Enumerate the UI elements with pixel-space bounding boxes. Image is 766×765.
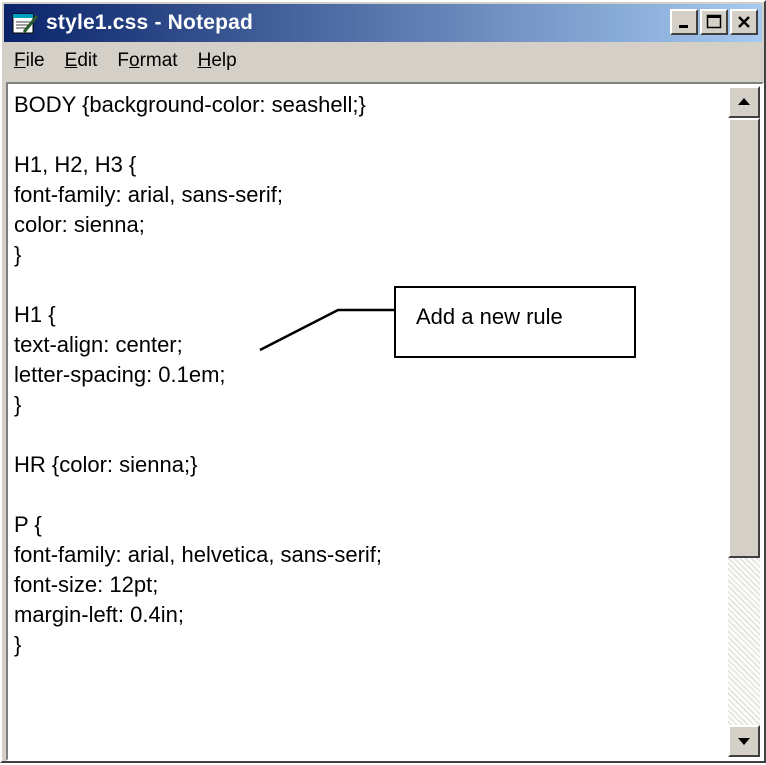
- title-bar[interactable]: style1.css - Notepad: [4, 4, 762, 42]
- text-line: [14, 420, 724, 450]
- notepad-window: style1.css - Notepad File Edit Format He…: [0, 0, 766, 763]
- close-button[interactable]: [730, 9, 758, 35]
- text-content[interactable]: BODY {background-color: seashell;} H1, H2…: [14, 90, 724, 750]
- maximize-button[interactable]: [700, 9, 728, 35]
- text-line: color: sienna;: [14, 212, 145, 237]
- callout-box: Add a new rule: [394, 286, 636, 358]
- text-line: HR {color: sienna;}: [14, 452, 198, 477]
- scroll-up-button[interactable]: [728, 86, 760, 118]
- text-line: H1, H2, H3 {: [14, 152, 137, 177]
- vertical-scrollbar[interactable]: [728, 86, 760, 757]
- text-line: font-size: 12pt;: [14, 572, 159, 597]
- text-line: }: [14, 392, 22, 417]
- callout-text: Add a new rule: [416, 304, 563, 329]
- text-line: font-family: arial, sans-serif;: [14, 182, 283, 207]
- menu-bar: File Edit Format Help: [4, 44, 762, 78]
- text-line: }: [14, 632, 22, 657]
- scroll-down-button[interactable]: [728, 725, 760, 757]
- menu-help[interactable]: Help: [198, 50, 237, 72]
- arrow-down-icon: [738, 738, 750, 745]
- menu-edit[interactable]: Edit: [65, 50, 98, 72]
- window-title: style1.css - Notepad: [46, 11, 254, 34]
- scrollbar-thumb[interactable]: [728, 118, 760, 558]
- close-icon: [738, 16, 750, 28]
- text-line: P {: [14, 512, 42, 537]
- text-line: }: [14, 242, 22, 267]
- text-line: margin-left: 0.4in;: [14, 602, 184, 627]
- maximize-icon: [706, 14, 722, 29]
- arrow-up-icon: [738, 98, 750, 105]
- text-line: [14, 120, 724, 150]
- minimize-icon: [679, 25, 688, 28]
- notepad-icon[interactable]: [10, 10, 40, 36]
- text-editor[interactable]: BODY {background-color: seashell;} H1, H2…: [6, 82, 764, 761]
- minimize-button[interactable]: [670, 9, 698, 35]
- text-line: font-family: arial, helvetica, sans-seri…: [14, 542, 383, 567]
- menu-file[interactable]: File: [14, 50, 45, 72]
- text-line: [14, 480, 724, 510]
- text-line: BODY {background-color: seashell;}: [14, 92, 366, 117]
- text-line: letter-spacing: 0.1em;: [14, 362, 226, 387]
- menu-format[interactable]: Format: [117, 50, 177, 72]
